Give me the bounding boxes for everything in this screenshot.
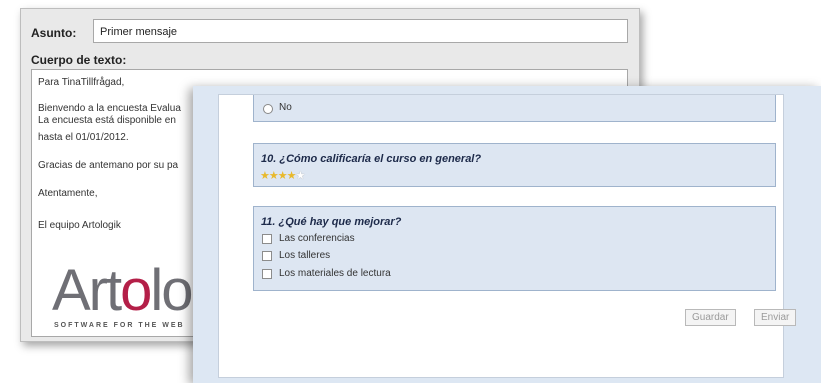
body-line-date: hasta el 01/01/2012. bbox=[38, 132, 129, 143]
checkbox[interactable] bbox=[262, 234, 272, 244]
rating-stars[interactable]: ★★★★★ bbox=[260, 169, 306, 182]
question-11-box: 11. ¿Qué hay que mejorar? Las conferenci… bbox=[253, 206, 776, 291]
logo-text-b: lo bbox=[150, 258, 193, 323]
body-label: Cuerpo de texto: bbox=[31, 53, 127, 67]
question-10-box: 10. ¿Cómo calificaría el curso en genera… bbox=[253, 143, 776, 187]
star-empty-icon[interactable]: ★ bbox=[296, 170, 306, 182]
body-line-availability: La encuesta está disponible en bbox=[38, 115, 176, 126]
star-icon[interactable]: ★ bbox=[260, 170, 270, 182]
option-label: Las conferencias bbox=[279, 233, 355, 244]
star-icon[interactable]: ★ bbox=[278, 170, 288, 182]
star-icon[interactable]: ★ bbox=[287, 170, 297, 182]
option-label: Los talleres bbox=[279, 250, 331, 261]
body-line-welcome: Bienvendo a la encuesta Evalua bbox=[38, 103, 181, 114]
survey-window: No 10. ¿Cómo calificaría el curso en gen… bbox=[193, 86, 821, 383]
option-label: Los materiales de lectura bbox=[279, 268, 391, 279]
body-line-signature: El equipo Artologik bbox=[38, 220, 121, 231]
subject-label: Asunto: bbox=[31, 26, 77, 40]
checkbox[interactable] bbox=[262, 251, 272, 261]
logo-text-a: Art bbox=[52, 258, 122, 323]
logo-tagline: SOFTWARE FOR THE WEB bbox=[54, 322, 185, 329]
artologik-logo: Artolo bbox=[52, 262, 194, 320]
checkbox[interactable] bbox=[262, 269, 272, 279]
star-icon[interactable]: ★ bbox=[269, 170, 279, 182]
question-11-title: 11. ¿Qué hay que mejorar? bbox=[261, 216, 402, 228]
logo-text-o: o bbox=[120, 258, 152, 323]
send-button[interactable]: Enviar bbox=[754, 309, 797, 326]
question-9-box: No bbox=[253, 95, 776, 122]
body-line-regards: Atentamente, bbox=[38, 188, 98, 199]
body-line-greeting: Para TinaTillfrågad, bbox=[38, 77, 125, 88]
body-line-thanks: Gracias de antemano por su pa bbox=[38, 160, 179, 171]
radio-no-label: No bbox=[279, 102, 292, 113]
question-10-title: 10. ¿Cómo calificaría el curso en genera… bbox=[261, 153, 482, 165]
radio-no[interactable] bbox=[263, 104, 273, 114]
survey-page: No 10. ¿Cómo calificaría el curso en gen… bbox=[218, 94, 797, 378]
save-button[interactable]: Guardar bbox=[685, 309, 736, 326]
subject-input[interactable]: Primer mensaje bbox=[93, 19, 628, 43]
